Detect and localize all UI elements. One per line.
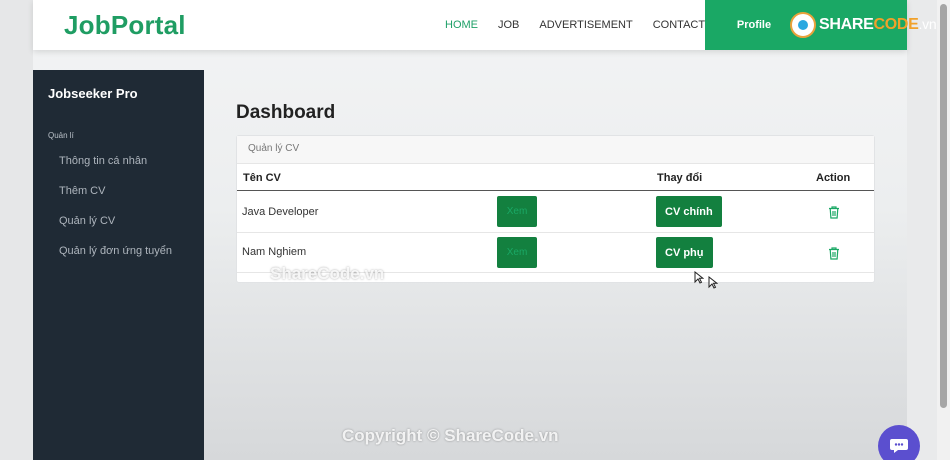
wm-logo-part-share: SHARE: [819, 16, 874, 33]
sidebar-item-manage-cv[interactable]: Quản lý CV: [59, 215, 115, 227]
trash-icon[interactable]: [828, 247, 840, 260]
sidebar-title: Jobseeker Pro: [48, 86, 138, 101]
column-header-cv-name: Tên CV: [243, 172, 281, 184]
nav-link-advertisement[interactable]: ADVERTISEMENT: [539, 19, 632, 31]
view-button[interactable]: Xem: [497, 196, 537, 227]
set-main-cv-button[interactable]: CV chính: [656, 196, 722, 227]
set-secondary-cv-button[interactable]: CV phụ: [656, 237, 713, 268]
chat-bubble-icon: [890, 439, 908, 453]
sidebar-item-personal-info[interactable]: Thông tin cá nhân: [59, 155, 147, 167]
table-header-divider: [237, 190, 874, 191]
scrollbar-thumb[interactable]: [940, 4, 947, 408]
column-header-change: Thay đổi: [657, 172, 703, 184]
column-header-action: Action: [816, 172, 851, 184]
mouse-cursor-icon: [708, 276, 718, 289]
left-gutter: [0, 0, 33, 460]
watermark-text-middle: ShareCode.vn: [270, 264, 385, 283]
sharecode-logo-icon: [790, 12, 816, 38]
sidebar-item-add-cv[interactable]: Thêm CV: [59, 185, 105, 197]
nav-link-job[interactable]: JOB: [498, 19, 519, 31]
right-gutter: [907, 0, 937, 460]
page-title: Dashboard: [236, 102, 336, 123]
chat-button[interactable]: [878, 425, 920, 460]
nav-link-home[interactable]: HOME: [445, 19, 478, 31]
profile-button[interactable]: Profile: [705, 0, 803, 50]
top-navbar: JobPortal HOME JOB ADVERTISEMENT CONTACT…: [33, 0, 907, 50]
sidebar-item-manage-applications[interactable]: Quản lý đơn ứng tuyển: [59, 245, 172, 257]
site-logo[interactable]: JobPortal: [64, 10, 186, 41]
wm-logo-part-vn: .vn: [918, 16, 937, 32]
cv-name-cell: Nam Nghiem: [242, 246, 307, 258]
sidebar-section-label: Quản lí: [48, 131, 74, 140]
mouse-cursor-icon: [694, 271, 704, 284]
view-button[interactable]: Xem: [497, 237, 537, 268]
watermark-text-bottom: Copyright © ShareCode.vn: [342, 426, 559, 445]
sidebar: Jobseeker Pro Quản lí Thông tin cá nhân …: [33, 70, 204, 460]
trash-icon[interactable]: [828, 206, 840, 219]
nav-links: HOME JOB ADVERTISEMENT CONTACT: [445, 0, 725, 50]
cv-management-card: Quản lý CV Tên CV Thay đổi Action Java D…: [236, 135, 875, 283]
nav-link-contact[interactable]: CONTACT: [653, 19, 705, 31]
sharecode-watermark-logo: SHARECODE.vn: [790, 11, 937, 39]
cv-name-cell: Java Developer: [242, 206, 319, 218]
card-header: Quản lý CV: [237, 136, 874, 164]
table-row-divider: [237, 232, 874, 233]
wm-logo-part-code: CODE: [873, 16, 919, 33]
